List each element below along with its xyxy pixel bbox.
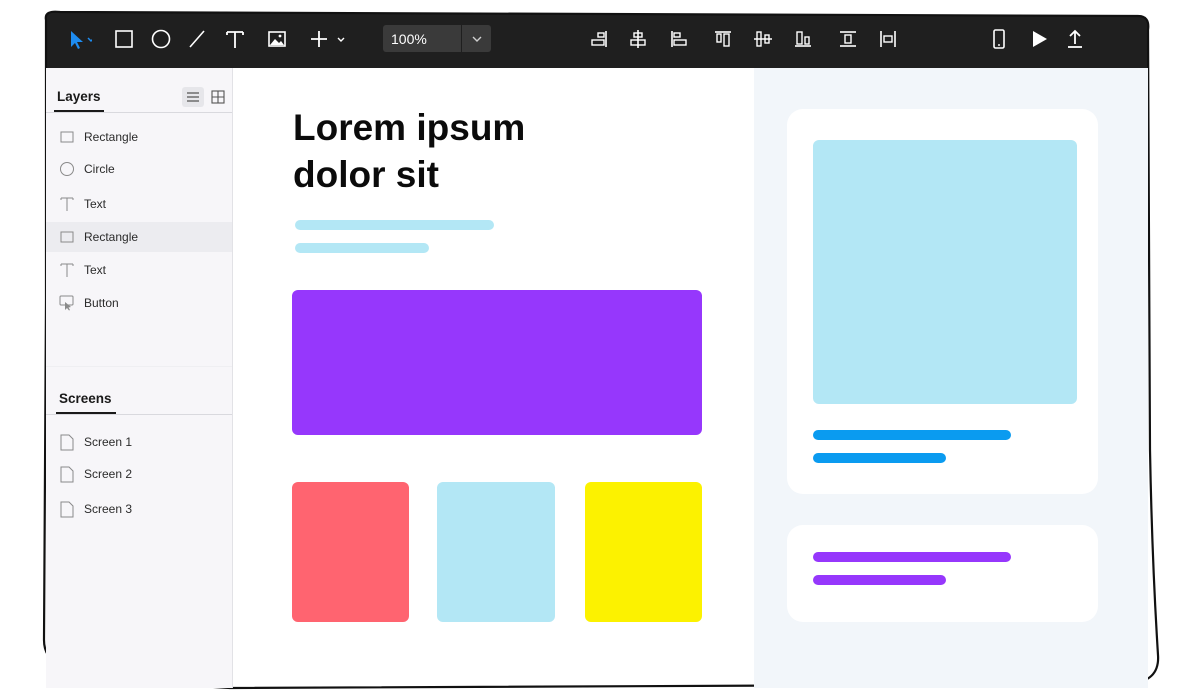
layer-item[interactable]: Text	[46, 255, 232, 285]
layers-panel-title: Layers	[57, 89, 101, 104]
layer-item[interactable]: Button	[46, 288, 232, 318]
align-right-icon	[591, 31, 607, 47]
layer-item[interactable]: Rectangle	[46, 122, 232, 152]
image-placeholder[interactable]	[813, 140, 1077, 404]
purple-rectangle[interactable]	[292, 290, 702, 435]
mobile-preview-icon	[993, 29, 1005, 49]
card-text-line[interactable]	[813, 430, 1011, 440]
button-icon	[59, 295, 75, 311]
play-icon	[1033, 31, 1047, 47]
export-icon	[1068, 29, 1082, 48]
layer-item-label: Rectangle	[84, 130, 139, 144]
distribute-vertical-button[interactable]	[835, 26, 861, 52]
list-view-icon	[187, 92, 199, 102]
zoom-value: 100%	[391, 31, 427, 47]
align-center-horizontal-button[interactable]	[625, 26, 651, 52]
layers-panel-rule	[46, 112, 232, 113]
rectangle-tool-button[interactable]	[111, 26, 137, 52]
add-tool-button[interactable]	[308, 26, 348, 52]
layer-item[interactable]: Circle	[46, 154, 232, 184]
align-middle-icon	[754, 31, 772, 47]
align-center-horizontal-icon	[630, 30, 646, 48]
distribute-horizontal-icon	[880, 31, 896, 47]
layer-item-selected[interactable]: Rectangle	[46, 222, 232, 252]
text-tool-button[interactable]	[222, 26, 248, 52]
chevron-down-icon	[472, 36, 482, 42]
rectangle-icon	[59, 229, 75, 245]
ellipse-tool-button[interactable]	[148, 26, 174, 52]
yellow-rectangle[interactable]	[585, 482, 702, 622]
zoom-divider	[461, 25, 462, 52]
grid-view-button[interactable]	[207, 87, 229, 107]
rectangle-icon	[115, 30, 133, 48]
screen-item[interactable]: Screen 2	[46, 459, 232, 489]
text-placeholder-line[interactable]	[295, 220, 494, 230]
card-text-line[interactable]	[813, 552, 1011, 562]
align-left-icon	[671, 31, 687, 47]
screens-panel-title: Screens	[59, 391, 112, 406]
text-icon	[226, 31, 244, 48]
layer-item-label: Rectangle	[84, 230, 139, 244]
grid-view-icon	[211, 90, 225, 104]
card-text-line[interactable]	[813, 575, 946, 585]
layer-item-label: Text	[84, 263, 107, 277]
zoom-select[interactable]: 100%	[383, 25, 491, 52]
layer-item-label: Button	[84, 296, 119, 310]
distribute-vertical-icon	[840, 31, 856, 47]
plus-icon	[311, 31, 345, 47]
screens-panel-rule	[46, 414, 232, 415]
align-bottom-icon	[795, 31, 811, 47]
layer-item-label: Text	[84, 197, 107, 211]
light-blue-rectangle[interactable]	[437, 482, 555, 622]
page-icon	[59, 466, 75, 482]
layer-item-label: Circle	[84, 162, 115, 176]
canvas-heading[interactable]: Lorem ipsum dolor sit	[293, 104, 613, 198]
cursor-arrow-icon	[71, 31, 92, 49]
line-icon	[189, 30, 205, 48]
circle-icon	[151, 29, 171, 49]
align-top-icon	[715, 31, 731, 47]
image-tool-button[interactable]	[264, 26, 290, 52]
screen-item-label: Screen 2	[84, 467, 133, 481]
text-placeholder-line[interactable]	[295, 243, 429, 253]
align-right-button[interactable]	[586, 26, 612, 52]
select-tool-button[interactable]	[66, 26, 92, 52]
page-icon	[59, 434, 75, 450]
align-left-button[interactable]	[666, 26, 692, 52]
align-middle-button[interactable]	[750, 26, 776, 52]
align-bottom-button[interactable]	[790, 26, 816, 52]
text-icon	[59, 262, 75, 278]
mobile-preview-button[interactable]	[986, 26, 1012, 52]
screen-item[interactable]: Screen 3	[46, 494, 232, 524]
page-icon	[59, 501, 75, 517]
list-view-button[interactable]	[182, 87, 204, 107]
screen-item[interactable]: Screen 1	[46, 427, 232, 457]
line-tool-button[interactable]	[184, 26, 210, 52]
coral-rectangle[interactable]	[292, 482, 409, 622]
distribute-horizontal-button[interactable]	[875, 26, 901, 52]
circle-icon	[59, 161, 75, 177]
align-top-button[interactable]	[710, 26, 736, 52]
card-text-line[interactable]	[813, 453, 946, 463]
layer-item[interactable]: Text	[46, 189, 232, 219]
text-icon	[59, 196, 75, 212]
play-button[interactable]	[1026, 26, 1052, 52]
rectangle-icon	[59, 129, 75, 145]
export-button[interactable]	[1062, 26, 1088, 52]
image-icon	[268, 31, 286, 47]
canvas-divider	[232, 68, 233, 688]
section-divider	[46, 366, 232, 367]
screen-item-label: Screen 3	[84, 502, 133, 516]
text-card[interactable]	[787, 525, 1098, 622]
screen-item-label: Screen 1	[84, 435, 133, 449]
